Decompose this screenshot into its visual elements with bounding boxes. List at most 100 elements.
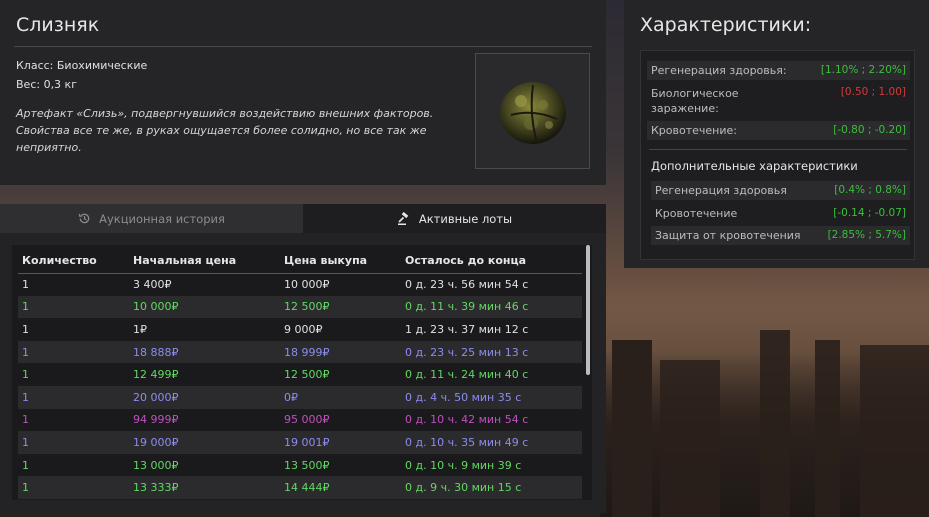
stat-name: Кровотечение: <box>651 124 737 137</box>
cell-start-price: 12 499₽ <box>133 368 179 382</box>
stat-name: Регенерация здоровья <box>655 184 787 197</box>
cell-quantity: 1 <box>22 458 29 472</box>
stat-value: [0.4% ; 0.8%] <box>834 184 906 196</box>
item-image <box>475 53 590 169</box>
table-row[interactable]: 1 13 333₽ 14 444₽ 0 д. 9 ч. 30 мин 15 с <box>18 476 582 499</box>
cell-time-left: 0 д. 23 ч. 25 мин 13 с <box>401 340 582 364</box>
cell-time-left: 0 д. 4 ч. 50 мин 35 с <box>401 385 582 409</box>
column-header-quantity[interactable]: Количество <box>18 249 129 274</box>
cell-quantity: 1 <box>22 413 29 427</box>
divider <box>649 149 907 150</box>
cell-start-price: 18 888₽ <box>129 340 280 364</box>
column-header-time-left[interactable]: Осталось до конца <box>401 249 582 274</box>
stat-name: Биологическое заражение: <box>651 87 739 115</box>
additional-stats-title: Дополнительные характеристики <box>651 159 858 173</box>
tab-label: Аукционная история <box>99 211 225 226</box>
column-header-buyout-price[interactable]: Цена выкупа <box>280 249 401 274</box>
stats-title: Характеристики: <box>640 14 812 36</box>
cell-quantity: 1 <box>22 368 29 382</box>
cell-buyout-price: 18 999₽ <box>280 340 401 364</box>
lots-table: Количество Начальная цена Цена выкупа Ос… <box>18 249 582 499</box>
cell-start-price: 13 333₽ <box>129 476 280 499</box>
tab-auction-history[interactable]: Аукционная история <box>0 204 303 233</box>
stat-value: [-0.80 ; -0.20] <box>833 124 906 136</box>
gavel-icon <box>397 211 409 225</box>
cell-quantity: 1 <box>18 476 129 499</box>
cell-buyout-price: 12 500₽ <box>284 368 330 382</box>
tab-label: Активные лоты <box>418 211 513 226</box>
background-ruin <box>760 330 790 517</box>
cell-time-left: 0 д. 10 ч. 9 мин 39 с <box>405 458 522 472</box>
lots-table-container[interactable]: Количество Начальная цена Цена выкупа Ос… <box>12 245 592 500</box>
stat-value: [2.85% ; 5.7%] <box>827 229 906 241</box>
stat-row: Регенерация здоровья [0.4% ; 0.8%] <box>651 181 910 200</box>
table-row[interactable]: 1 1₽ 9 000₽ 1 д. 23 ч. 37 мин 12 с <box>18 318 582 341</box>
stat-value: [0.50 ; 1.00] <box>840 86 906 98</box>
stat-name: Защита от кровотечения <box>655 229 801 242</box>
cell-quantity: 1 <box>18 295 129 319</box>
cell-quantity: 1 <box>22 278 29 292</box>
cell-start-price: 19 000₽ <box>129 431 280 454</box>
table-row[interactable]: 1 3 400₽ 10 000₽ 0 д. 23 ч. 56 мин 54 с <box>18 273 582 296</box>
lots-panel: Количество Начальная цена Цена выкупа Ос… <box>0 233 606 513</box>
cell-buyout-price: 10 000₽ <box>284 278 330 292</box>
cell-start-price: 1₽ <box>133 322 147 336</box>
table-row[interactable]: 1 19 000₽ 19 001₽ 0 д. 10 ч. 35 мин 49 с <box>18 431 582 454</box>
column-header-start-price[interactable]: Начальная цена <box>129 249 280 274</box>
stat-name: Регенерация здоровья: <box>651 64 787 77</box>
cell-buyout-price: 13 500₽ <box>284 458 330 472</box>
background-ruin <box>815 340 840 517</box>
cell-time-left: 0 д. 10 ч. 42 мин 54 с <box>405 413 529 427</box>
stat-name: Кровотечение <box>655 207 738 220</box>
auction-tabs: Аукционная история Активные лоты <box>0 204 606 233</box>
cell-start-price: 10 000₽ <box>129 295 280 319</box>
stats-box: Регенерация здоровья: [1.10% ; 2.20%] Би… <box>640 50 915 260</box>
artifact-icon <box>499 82 566 144</box>
cell-start-price: 20 000₽ <box>129 385 280 409</box>
stat-row: Защита от кровотечения [2.85% ; 5.7%] <box>651 226 910 245</box>
stat-row: Кровотечение: [-0.80 ; -0.20] <box>647 121 910 140</box>
cell-time-left: 0 д. 10 ч. 35 мин 49 с <box>401 431 582 454</box>
table-row[interactable]: 1 20 000₽ 0₽ 0 д. 4 ч. 50 мин 35 с <box>18 385 582 409</box>
cell-start-price: 94 999₽ <box>133 413 179 427</box>
table-header: Количество Начальная цена Цена выкупа Ос… <box>18 249 582 274</box>
cell-buyout-price: 12 500₽ <box>280 295 401 319</box>
stat-row: Биологическое заражение: [0.50 ; 1.00] <box>647 83 910 119</box>
stat-row: Регенерация здоровья: [1.10% ; 2.20%] <box>647 61 910 80</box>
table-scrollbar[interactable] <box>586 245 590 375</box>
cell-buyout-price: 14 444₽ <box>280 476 401 499</box>
cell-buyout-price: 0₽ <box>280 385 401 409</box>
cell-quantity: 1 <box>18 340 129 364</box>
cell-quantity: 1 <box>22 322 29 336</box>
cell-time-left: 1 д. 23 ч. 37 мин 12 с <box>405 322 529 336</box>
stats-panel: Характеристики: Регенерация здоровья: [1… <box>624 0 929 268</box>
cell-time-left: 0 д. 9 ч. 30 мин 15 с <box>401 476 582 499</box>
cell-buyout-price: 19 001₽ <box>280 431 401 454</box>
cell-start-price: 3 400₽ <box>133 278 172 292</box>
cell-time-left: 0 д. 23 ч. 56 мин 54 с <box>405 278 529 292</box>
background-ruin <box>612 340 652 517</box>
cell-quantity: 1 <box>18 431 129 454</box>
cell-buyout-price: 9 000₽ <box>284 322 323 336</box>
item-panel: Слизняк Класс: Биохимические Вес: 0,3 кг… <box>0 0 606 185</box>
tab-active-lots[interactable]: Активные лоты <box>303 204 606 233</box>
table-row[interactable]: 1 94 999₽ 95 000₽ 0 д. 10 ч. 42 мин 54 с <box>18 409 582 432</box>
item-weight: Вес: 0,3 кг <box>16 78 77 91</box>
table-row[interactable]: 1 10 000₽ 12 500₽ 0 д. 11 ч. 39 мин 46 с <box>18 295 582 319</box>
item-title: Слизняк <box>16 14 100 36</box>
cell-time-left: 0 д. 11 ч. 24 мин 40 с <box>405 368 529 382</box>
cell-buyout-price: 95 000₽ <box>284 413 330 427</box>
cell-start-price: 13 000₽ <box>133 458 179 472</box>
stat-value: [-0.14 ; -0.07] <box>833 207 906 219</box>
item-description: Артефакт «Слизь», подвергнувшийся воздей… <box>16 107 434 154</box>
history-icon <box>78 213 90 224</box>
cell-quantity: 1 <box>18 385 129 409</box>
cell-time-left: 0 д. 11 ч. 39 мин 46 с <box>401 295 582 319</box>
table-row[interactable]: 1 13 000₽ 13 500₽ 0 д. 10 ч. 9 мин 39 с <box>18 454 582 477</box>
stat-row: Кровотечение [-0.14 ; -0.07] <box>651 204 910 223</box>
stat-value: [1.10% ; 2.20%] <box>820 64 906 76</box>
table-row[interactable]: 1 12 499₽ 12 500₽ 0 д. 11 ч. 24 мин 40 с <box>18 363 582 386</box>
background-ruin <box>660 360 720 517</box>
table-row[interactable]: 1 18 888₽ 18 999₽ 0 д. 23 ч. 25 мин 13 с <box>18 340 582 364</box>
divider <box>14 46 592 47</box>
